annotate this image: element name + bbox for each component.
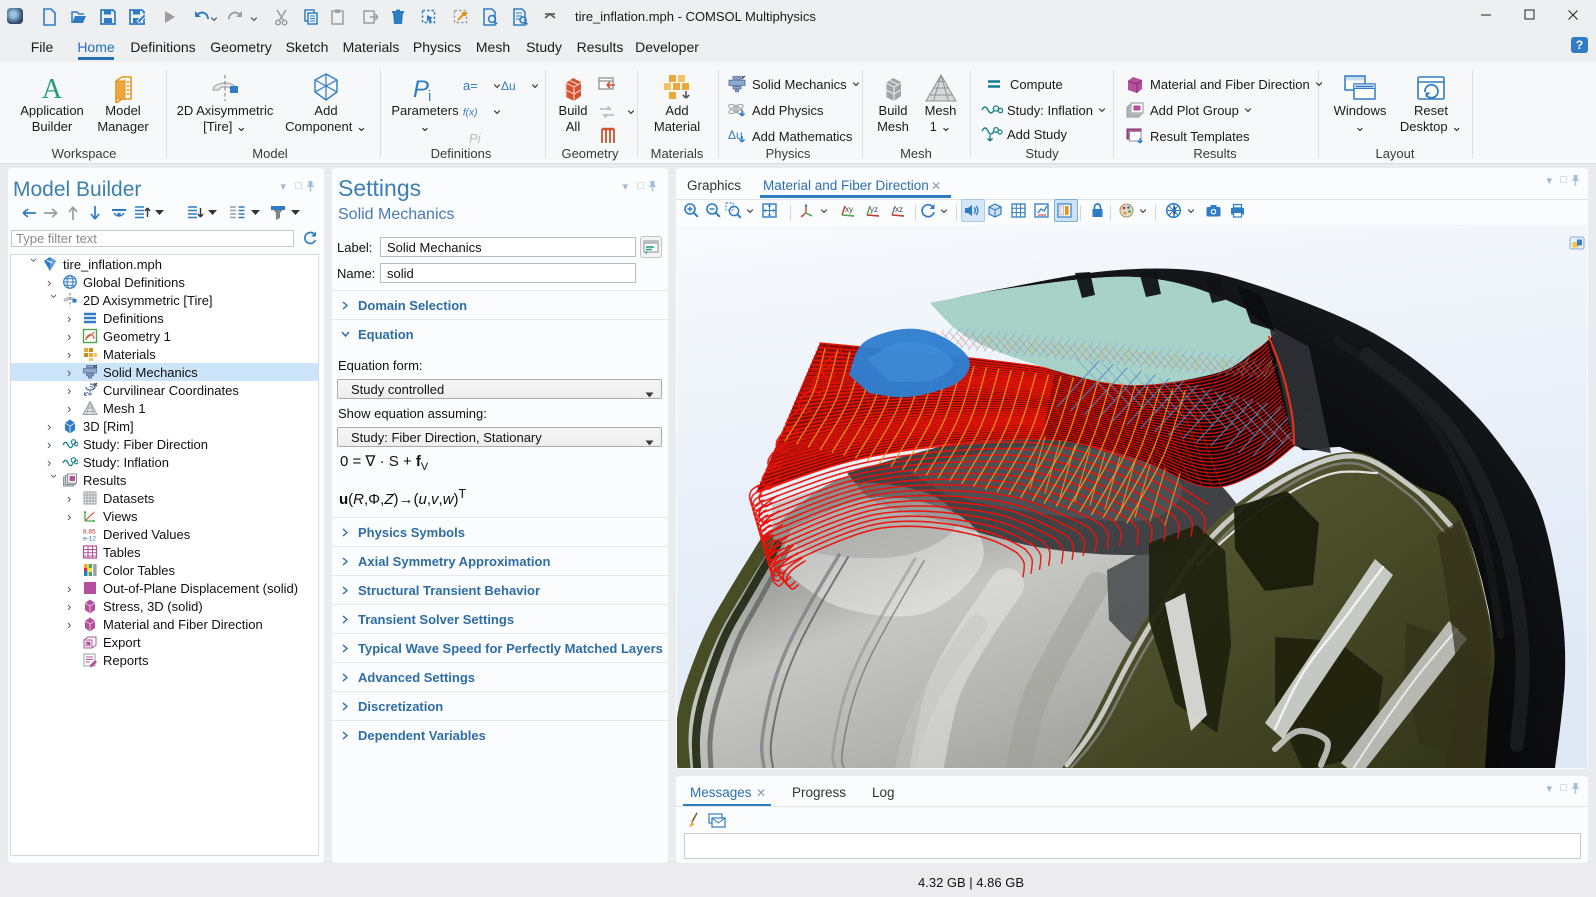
svg-text:Δu: Δu	[501, 79, 516, 93]
svg-text:xy: xy	[845, 205, 853, 214]
svg-text:yz: yz	[870, 205, 878, 214]
svg-text:a=: a=	[463, 79, 478, 93]
svg-text:8.85: 8.85	[83, 529, 96, 536]
svg-text:P: P	[413, 76, 429, 103]
svg-text:e-12: e-12	[83, 536, 96, 543]
svg-text:xz: xz	[895, 205, 903, 214]
svg-text:A: A	[42, 75, 63, 103]
svg-text:f(x): f(x)	[463, 107, 478, 118]
svg-text:i: i	[428, 88, 431, 103]
svg-text:Pi: Pi	[469, 131, 482, 145]
